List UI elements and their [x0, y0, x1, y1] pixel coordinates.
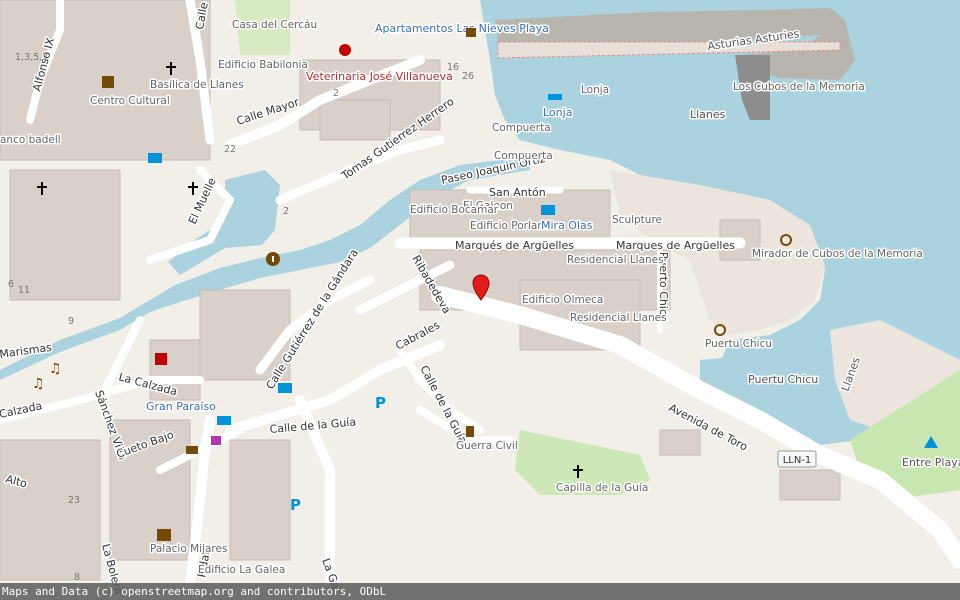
cafe-icon: [466, 28, 476, 37]
house-number: 11: [18, 285, 30, 296]
place-label: Entre Playas: [902, 456, 960, 469]
street-label: Marqués de Argüelles: [455, 239, 574, 252]
map-attribution: Maps and Data (c) openstreetmap.org and …: [0, 583, 960, 600]
hotel-icon: [278, 383, 292, 393]
place-label: Compuerta: [494, 150, 553, 162]
tomb-icon: [466, 426, 474, 437]
place-label: Residencial Llanes: [570, 312, 667, 324]
place-label: Edificio La Galea: [198, 564, 285, 576]
house-number: 23: [68, 495, 80, 506]
post-icon: [186, 446, 198, 454]
map-canvas[interactable]: LLN-1 Calle Mayor Tomas Gutierrez Herrer…: [0, 0, 960, 600]
parking-icon: P: [375, 394, 386, 412]
shop-icon: [211, 436, 221, 445]
place-label: Centro Cultural: [90, 95, 170, 107]
house-number: 22: [224, 144, 236, 155]
road-shield: LLN-1: [777, 450, 817, 468]
pharmacy-icon: [155, 353, 167, 365]
place-label: Lonja: [543, 106, 572, 119]
parking-icon: P: [290, 496, 301, 514]
house-number: 9: [68, 316, 74, 327]
house-number: 8: [74, 572, 80, 583]
place-label: Los Cubos de la Memoria: [733, 81, 865, 93]
place-label: Capilla de la Guía: [556, 482, 648, 494]
hotel-icon: [148, 153, 162, 163]
water-label: Llanes: [690, 108, 726, 121]
place-label: Veterinaria José Villanueva: [306, 70, 453, 83]
place-label: Guerra Civil: [456, 440, 518, 452]
place-label: Residencial Llanes: [567, 254, 664, 266]
road-shield-label: LLN-1: [783, 455, 812, 466]
hotel-icon: [541, 205, 555, 215]
museum-icon: [102, 76, 114, 88]
svg-text:♫: ♫: [49, 361, 62, 377]
music-icon: ♫: [32, 376, 45, 392]
house-number: 1,3,5,7: [15, 52, 48, 63]
place-label: Casa del Cercáu: [232, 19, 317, 31]
place-label: Basílica de Llanes: [150, 79, 244, 91]
info-icon: [266, 252, 280, 266]
place-label: Palacio Mijares: [150, 543, 227, 555]
place-label: Puertu Chicu: [748, 373, 818, 386]
place-label: Gran Paraíso: [146, 400, 216, 413]
house-number: 2: [333, 88, 339, 99]
music-icon: ♫: [49, 361, 62, 377]
ferry-icon: [548, 94, 562, 100]
taxi-icon: [217, 416, 231, 425]
house-number: 2: [283, 206, 289, 217]
museum-icon: [157, 529, 171, 541]
place-label: Lonja: [581, 84, 609, 96]
svg-text:P: P: [375, 394, 386, 412]
house-number: 16: [447, 62, 459, 73]
place-label: Apartamentos Las Nieves Playa: [375, 22, 549, 35]
place-label: Puertu Chicu: [705, 338, 772, 350]
place-label: anco badell: [0, 134, 61, 146]
street-label: Marques de Argüelles: [616, 239, 735, 252]
place-label: Mira Olas: [541, 219, 593, 232]
house-number: 6: [8, 279, 14, 290]
place-label: Edificio Babilonia: [218, 59, 308, 71]
vet-icon: [339, 44, 351, 56]
place-label: Sculpture: [612, 214, 662, 226]
map-view[interactable]: LLN-1 Calle Mayor Tomas Gutierrez Herrer…: [0, 0, 960, 600]
place-label: Compuerta: [492, 122, 551, 134]
place-label: San Antón: [489, 186, 546, 199]
svg-text:♫: ♫: [32, 376, 45, 392]
house-number: 26: [462, 71, 474, 82]
place-label: Mirador de Cubos de la Memoria: [752, 248, 923, 260]
place-label: Edificio Olmeca: [522, 294, 603, 306]
place-label: Edificio Bocamar: [410, 204, 499, 216]
svg-text:P: P: [290, 496, 301, 514]
